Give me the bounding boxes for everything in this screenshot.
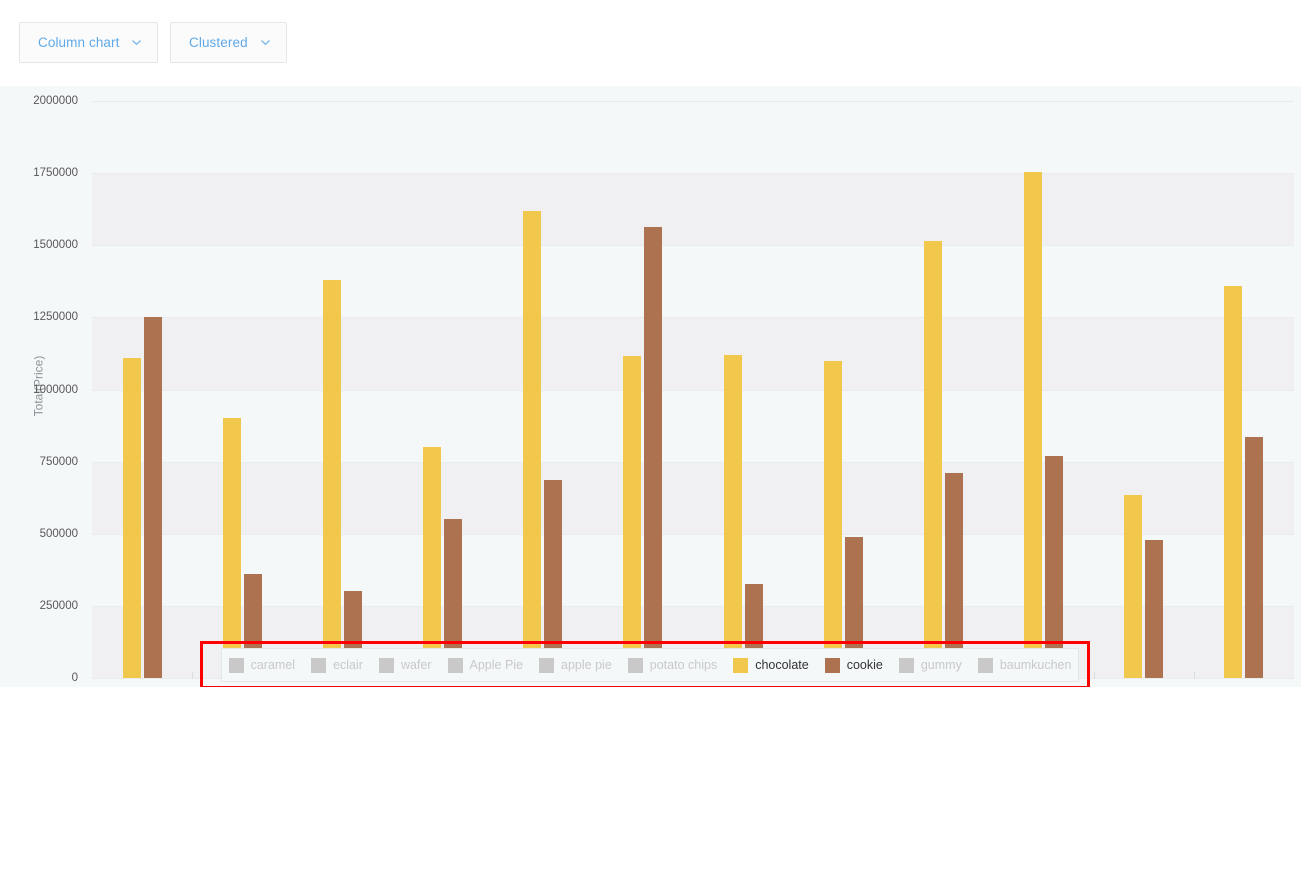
y-axis-tick-label: 1500000 (0, 239, 78, 251)
legend-item-eclair[interactable]: eclair (303, 658, 371, 673)
bar-cookie[interactable] (144, 317, 162, 678)
bar-chocolate[interactable] (824, 361, 842, 678)
y-axis-tick-label: 1750000 (0, 167, 78, 179)
y-axis-tick-label: 2000000 (0, 95, 78, 107)
bar-chocolate[interactable] (724, 355, 742, 678)
legend-item-apple-pie[interactable]: apple pie (531, 658, 620, 673)
legend-item-baumkuchen[interactable]: baumkuchen (970, 658, 1080, 673)
caption-area: h e c w (0, 687, 1301, 880)
plot-area: Order Date (Monthly) 0250000500000750000… (92, 101, 1294, 678)
gridline (92, 245, 1294, 246)
legend-swatch-icon (448, 658, 463, 673)
legend-item-label: gummy (921, 658, 962, 672)
bar-chocolate[interactable] (423, 447, 441, 678)
legend-item-label: caramel (251, 658, 295, 672)
bar-cookie[interactable] (1145, 540, 1163, 678)
bar-chocolate[interactable] (223, 418, 241, 678)
chart-type-label: Column chart (38, 35, 119, 50)
legend-swatch-icon (379, 658, 394, 673)
bar-chocolate[interactable] (1124, 495, 1142, 678)
grid-band (92, 173, 1294, 245)
chart-variant-label: Clustered (189, 35, 248, 50)
x-axis-tick (1094, 672, 1095, 679)
bar-chocolate[interactable] (924, 241, 942, 678)
legend-item-label: baumkuchen (1000, 658, 1072, 672)
legend-item-caramel[interactable]: caramel (221, 658, 303, 673)
legend-swatch-icon (311, 658, 326, 673)
gridline (92, 462, 1294, 463)
gridline (92, 534, 1294, 535)
legend-swatch-icon (978, 658, 993, 673)
bar-chocolate[interactable] (623, 356, 641, 678)
chart-panel: Total(Price) Order Date (Monthly) 025000… (0, 86, 1301, 687)
bar-cookie[interactable] (1045, 456, 1063, 678)
bar-cookie[interactable] (1245, 437, 1263, 678)
legend-item-potato-chips[interactable]: potato chips (620, 658, 725, 673)
gridline (92, 173, 1294, 174)
legend-swatch-icon (229, 658, 244, 673)
grid-band (92, 317, 1294, 389)
legend-item-wafer[interactable]: wafer (371, 658, 440, 673)
gridline (92, 606, 1294, 607)
chevron-down-icon (259, 36, 272, 49)
y-axis-tick-label: 1000000 (0, 384, 78, 396)
legend-item-label: wafer (401, 658, 432, 672)
bar-chocolate[interactable] (323, 280, 341, 678)
legend-swatch-icon (539, 658, 554, 673)
bar-cookie[interactable] (644, 227, 662, 679)
y-axis-tick-label: 750000 (0, 456, 78, 468)
legend-item-label: apple pie (561, 658, 612, 672)
gridline (92, 317, 1294, 318)
chevron-down-icon (130, 36, 143, 49)
gridline (92, 390, 1294, 391)
legend-swatch-icon (628, 658, 643, 673)
legend-item-label: cookie (847, 658, 883, 672)
y-axis-tick-label: 1250000 (0, 311, 78, 323)
y-axis-tick-label: 500000 (0, 528, 78, 540)
legend-item-gummy[interactable]: gummy (891, 658, 970, 673)
y-axis-tick-label: 0 (0, 672, 78, 684)
legend-item-label: eclair (333, 658, 363, 672)
legend-swatch-icon (899, 658, 914, 673)
bar-chocolate[interactable] (123, 358, 141, 678)
chart-toolbar: Column chart Clustered (0, 0, 1301, 86)
legend-item-label: potato chips (650, 658, 717, 672)
legend-swatch-icon (733, 658, 748, 673)
x-axis-tick (192, 672, 193, 679)
chart-variant-dropdown[interactable]: Clustered (170, 22, 287, 63)
legend-item-chocolate[interactable]: chocolate (725, 658, 817, 673)
grid-band (92, 462, 1294, 534)
legend-item-apple-pie[interactable]: Apple Pie (440, 658, 532, 673)
bar-chocolate[interactable] (1224, 286, 1242, 678)
legend-swatch-icon (825, 658, 840, 673)
bar-chocolate[interactable] (523, 211, 541, 678)
bar-chocolate[interactable] (1024, 172, 1042, 678)
gridline (92, 101, 1294, 102)
x-axis-tick (1194, 672, 1195, 679)
chart-legend[interactable]: caramel eclair wafer Apple Pie apple pie pota… (221, 648, 1079, 682)
legend-item-label: Apple Pie (470, 658, 524, 672)
legend-item-cookie[interactable]: cookie (817, 658, 891, 673)
y-axis-tick-label: 250000 (0, 600, 78, 612)
legend-item-label: chocolate (755, 658, 809, 672)
chart-type-dropdown[interactable]: Column chart (19, 22, 158, 63)
